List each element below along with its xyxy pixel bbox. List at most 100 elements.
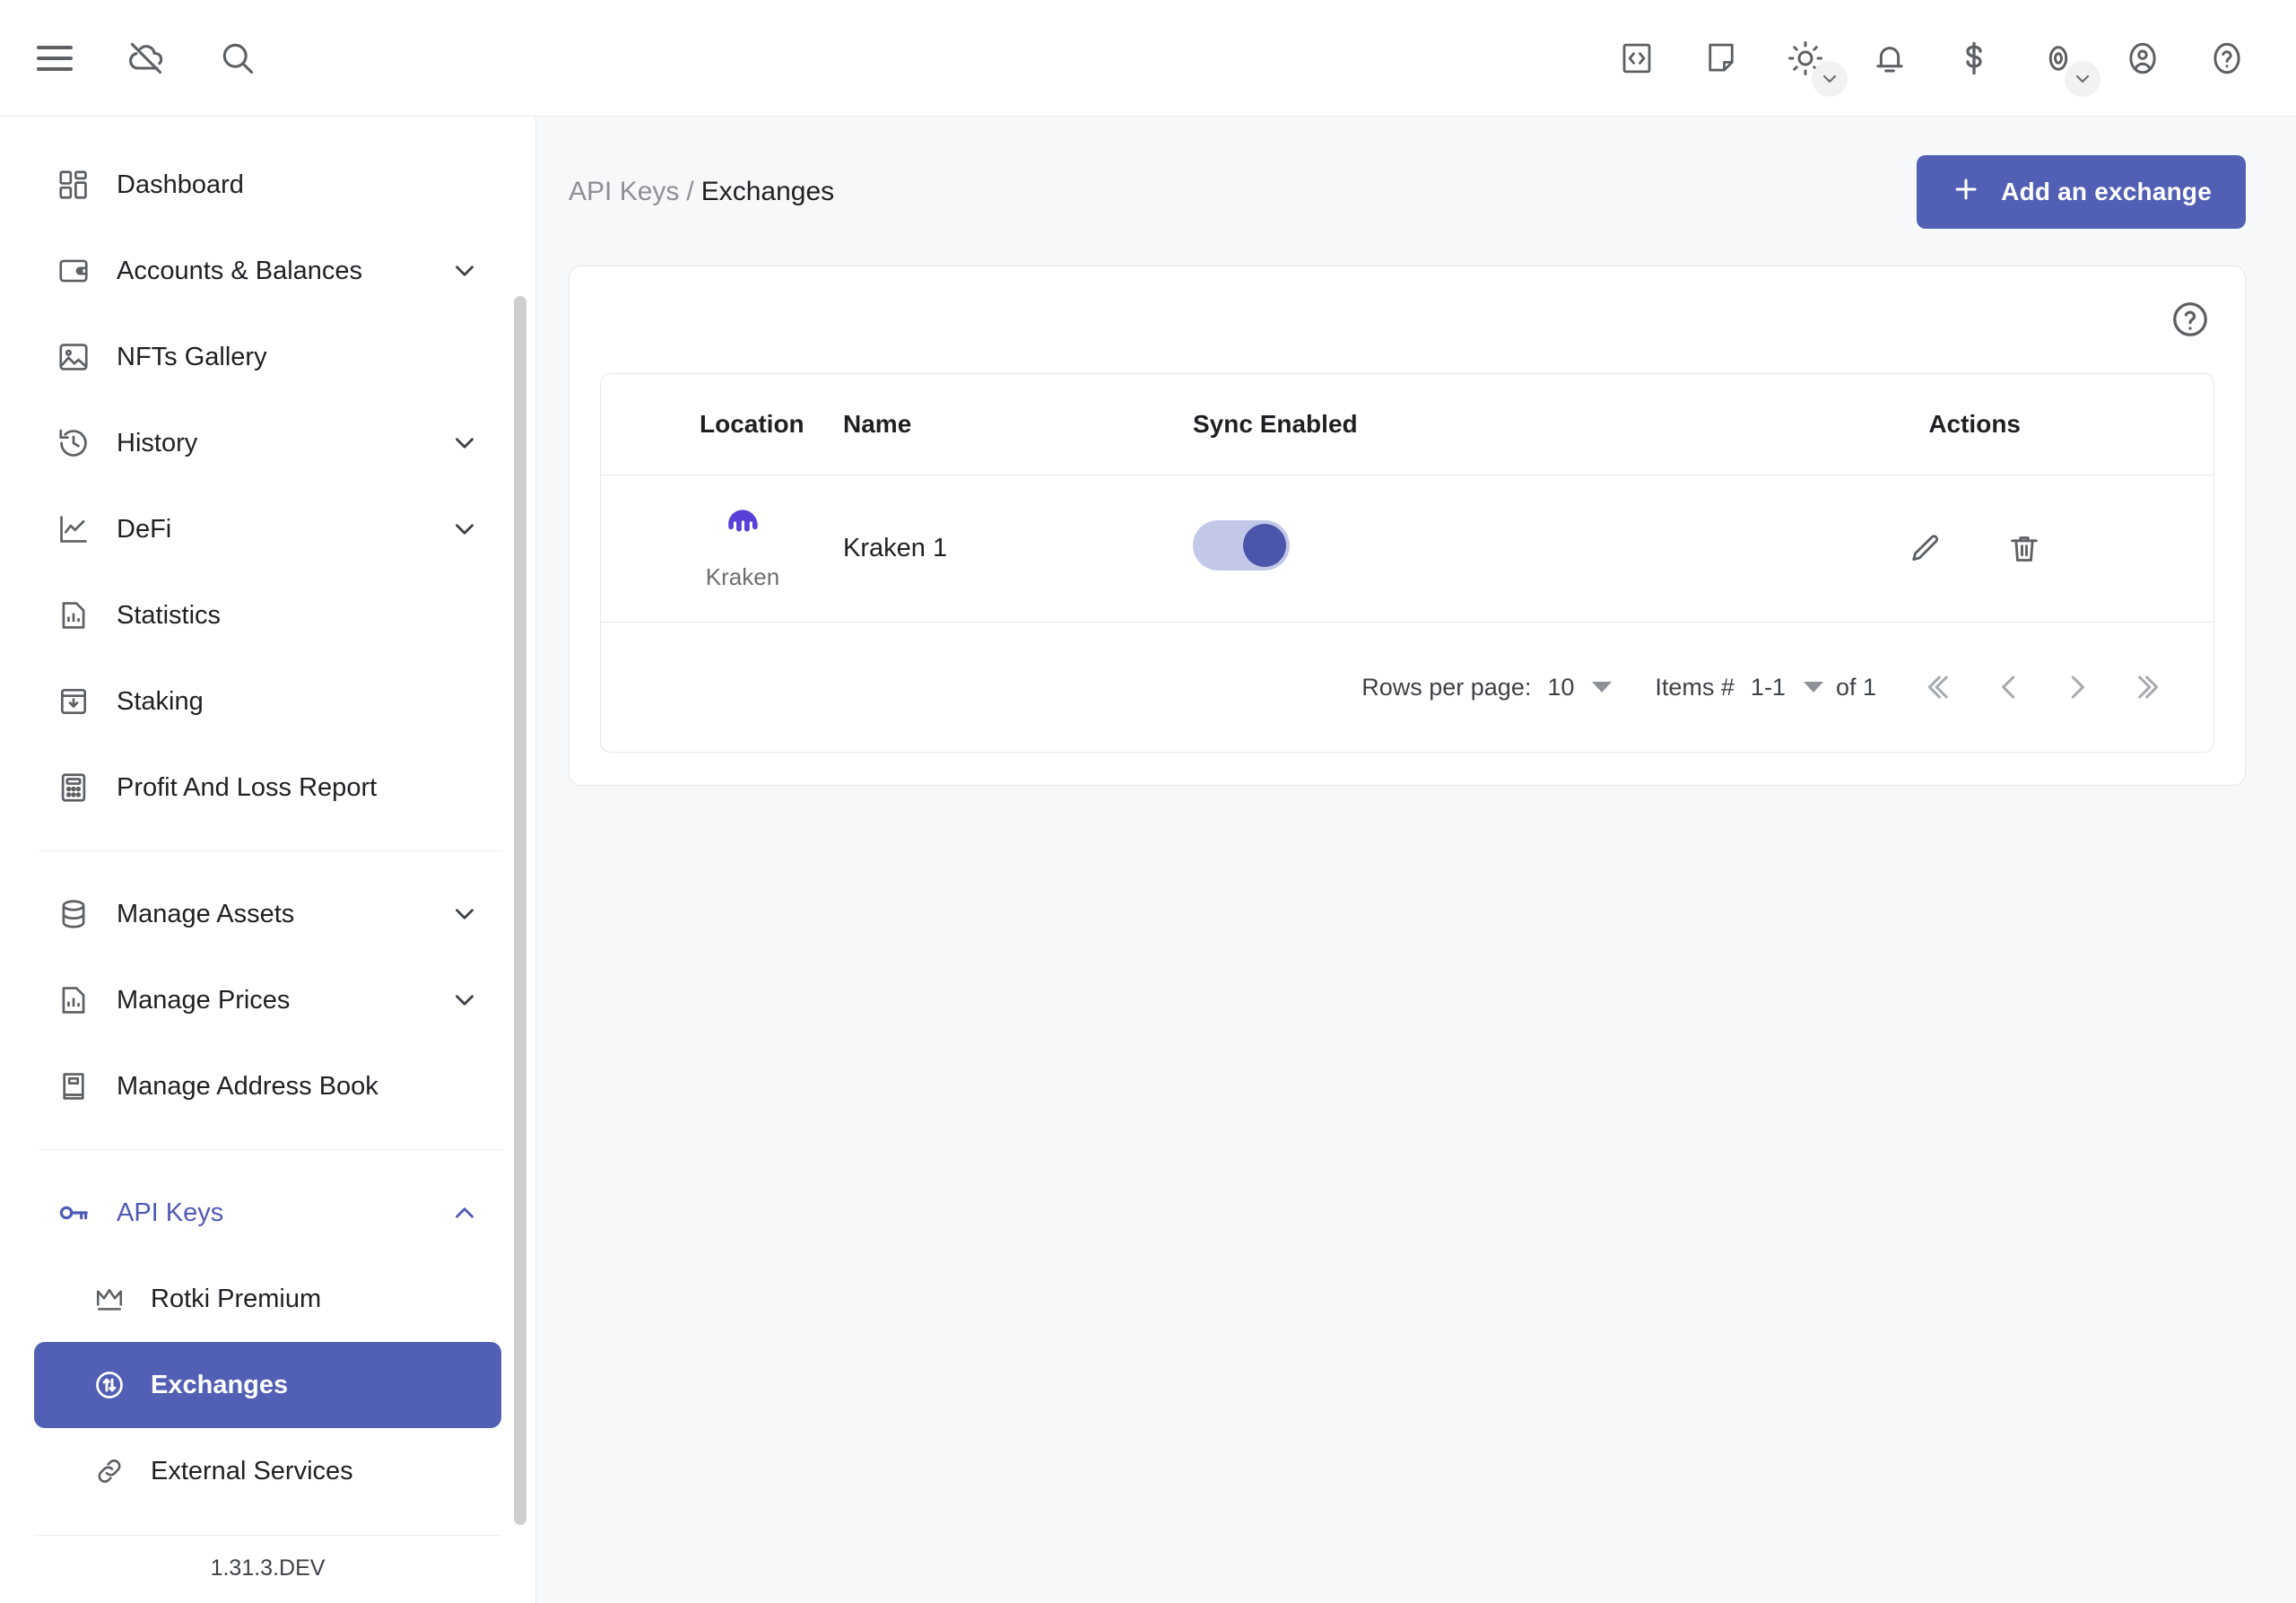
sidebar-item-label: Exchanges bbox=[151, 1370, 289, 1399]
edit-button[interactable] bbox=[1898, 521, 1953, 577]
sidebar-item-manage-prices[interactable]: Manage Prices bbox=[34, 957, 501, 1043]
sidebar-item-label: Manage Assets bbox=[117, 899, 295, 928]
chevron-down-icon[interactable] bbox=[449, 428, 480, 458]
page-title: Exchanges bbox=[700, 177, 835, 206]
sidebar-item-manage-address-book[interactable]: Manage Address Book bbox=[34, 1043, 501, 1129]
sidebar-scrollbar[interactable] bbox=[514, 296, 526, 1525]
exchanges-table: Location Name Sync Enabled Actions Krake… bbox=[601, 374, 2213, 623]
card-toolbar bbox=[600, 286, 2214, 353]
inbox-down-icon bbox=[56, 684, 91, 719]
sidebar-item-label: Statistics bbox=[117, 600, 222, 630]
address-book-icon bbox=[56, 1068, 91, 1104]
chevron-down-icon[interactable] bbox=[2065, 60, 2100, 97]
add-an-exchange-label: Add an exchange bbox=[2001, 178, 2212, 205]
code-brackets-icon[interactable] bbox=[1609, 30, 1665, 86]
sidebar-divider-2 bbox=[38, 1149, 501, 1150]
exchanges-card: Location Name Sync Enabled Actions Krake… bbox=[569, 266, 2246, 786]
chevron-down-icon[interactable] bbox=[449, 514, 480, 544]
sidebar-item-external-services[interactable]: External Services bbox=[34, 1428, 501, 1514]
help-circle-icon[interactable] bbox=[2199, 30, 2255, 86]
top-app-bar bbox=[0, 0, 2296, 117]
breadcrumb-parent[interactable]: API Keys bbox=[569, 177, 679, 206]
sidebar-item-label: Manage Prices bbox=[117, 985, 291, 1015]
chevron-down-icon bbox=[1592, 682, 1613, 693]
link-chain-icon bbox=[93, 1455, 126, 1487]
database-icon bbox=[56, 896, 91, 932]
key-icon bbox=[56, 1195, 91, 1231]
sidebar-item-label: History bbox=[117, 428, 198, 457]
sidebar-item-defi[interactable]: DeFi bbox=[34, 486, 501, 572]
sidebar-item-manage-assets[interactable]: Manage Assets bbox=[34, 871, 501, 957]
chevron-down-icon[interactable] bbox=[449, 256, 480, 286]
sidebar-item-exchanges[interactable]: Exchanges bbox=[34, 1342, 501, 1428]
rows-per-page-label: Rows per page: bbox=[1361, 673, 1532, 701]
sun-icon[interactable] bbox=[1778, 30, 1848, 97]
table-header-row: Location Name Sync Enabled Actions bbox=[601, 374, 2213, 475]
column-header-actions: Actions bbox=[1821, 374, 2213, 475]
bar-chart-file-icon bbox=[56, 597, 91, 633]
sidebar-item-statistics[interactable]: Statistics bbox=[34, 572, 501, 658]
cloud-off-icon[interactable] bbox=[118, 30, 174, 86]
column-header-location: Location bbox=[601, 374, 843, 475]
sidebar-item-label: DeFi bbox=[117, 514, 172, 544]
chevron-down-icon bbox=[1803, 682, 1823, 693]
sidebar-item-rotki-premium[interactable]: Rotki Premium bbox=[34, 1256, 501, 1342]
cell-name: Kraken 1 bbox=[843, 475, 1193, 623]
table-row: Kraken Kraken 1 bbox=[601, 475, 2213, 623]
sidebar-item-label: NFTs Gallery bbox=[117, 342, 267, 371]
sidebar-item-history[interactable]: History bbox=[34, 400, 501, 486]
sidebar-item-label: Profit And Loss Report bbox=[117, 772, 378, 802]
sidebar-item-staking[interactable]: Staking bbox=[34, 658, 501, 745]
eye-icon[interactable] bbox=[2031, 30, 2100, 97]
sidebar-item-label: Rotki Premium bbox=[151, 1284, 322, 1313]
column-header-sync-enabled: Sync Enabled bbox=[1193, 374, 1821, 475]
exchange-arrows-icon bbox=[93, 1369, 126, 1401]
sidebar-item-nfts-gallery[interactable]: NFTs Gallery bbox=[34, 314, 501, 400]
sidebar-item-import-data[interactable]: Import Data bbox=[34, 1523, 501, 1535]
exchanges-table-container: Location Name Sync Enabled Actions Krake… bbox=[600, 373, 2214, 753]
table-header: Location Name Sync Enabled Actions bbox=[601, 374, 2213, 475]
menu-icon[interactable] bbox=[27, 30, 83, 86]
sidebar-item-api-keys[interactable]: API Keys bbox=[34, 1170, 501, 1256]
page-header: API Keys / Exchanges Add an exchange bbox=[569, 151, 2246, 233]
items-range-select[interactable]: 1-1 bbox=[1751, 674, 1823, 701]
sync-enabled-toggle[interactable] bbox=[1193, 519, 1290, 571]
app-version: 1.31.3.DEV bbox=[34, 1535, 501, 1603]
sidebar: Dashboard Accounts & Balances NFTs Galle… bbox=[0, 117, 536, 1603]
first-page-button[interactable] bbox=[1907, 653, 1975, 721]
items-total-label: of 1 bbox=[1835, 673, 1876, 701]
add-an-exchange-button[interactable]: Add an exchange bbox=[1917, 155, 2246, 229]
dollar-icon[interactable] bbox=[1946, 30, 2002, 86]
location-badge: Kraken bbox=[700, 506, 786, 591]
last-page-button[interactable] bbox=[2111, 653, 2179, 721]
sidebar-item-profit-and-loss-report[interactable]: Profit And Loss Report bbox=[34, 745, 501, 831]
sidebar-item-label: External Services bbox=[151, 1456, 353, 1485]
help-circle-icon[interactable] bbox=[2170, 299, 2211, 344]
chevron-down-icon[interactable] bbox=[449, 899, 480, 929]
rows-per-page-select[interactable]: 10 bbox=[1547, 674, 1613, 701]
toggle-knob bbox=[1243, 523, 1286, 567]
prev-page-button[interactable] bbox=[1975, 653, 2043, 721]
bar-chart-file-icon bbox=[56, 982, 91, 1018]
breadcrumb-separator: / bbox=[686, 177, 694, 206]
notes-icon[interactable] bbox=[1693, 30, 1749, 86]
table-pagination: Rows per page: 10 Items # 1-1 of 1 bbox=[601, 623, 2213, 752]
chevron-up-icon[interactable] bbox=[449, 1198, 480, 1228]
location-label: Kraken bbox=[705, 563, 780, 590]
crown-icon bbox=[93, 1283, 126, 1315]
sidebar-item-dashboard[interactable]: Dashboard bbox=[34, 142, 501, 228]
search-icon[interactable] bbox=[210, 30, 265, 86]
bell-icon[interactable] bbox=[1862, 30, 1918, 86]
delete-button[interactable] bbox=[1996, 521, 2052, 577]
chevron-down-icon[interactable] bbox=[449, 985, 480, 1015]
wallet-icon bbox=[56, 253, 91, 289]
topbar-right-group bbox=[1609, 30, 2255, 97]
kraken-logo-icon bbox=[722, 506, 763, 554]
next-page-button[interactable] bbox=[2043, 653, 2111, 721]
breadcrumb: API Keys / Exchanges bbox=[569, 177, 834, 207]
sidebar-item-label: Staking bbox=[117, 686, 204, 716]
sidebar-item-accounts-balances[interactable]: Accounts & Balances bbox=[34, 228, 501, 314]
dashboard-icon bbox=[56, 167, 91, 203]
chevron-down-icon[interactable] bbox=[1812, 60, 1848, 97]
account-circle-icon[interactable] bbox=[2115, 30, 2170, 86]
